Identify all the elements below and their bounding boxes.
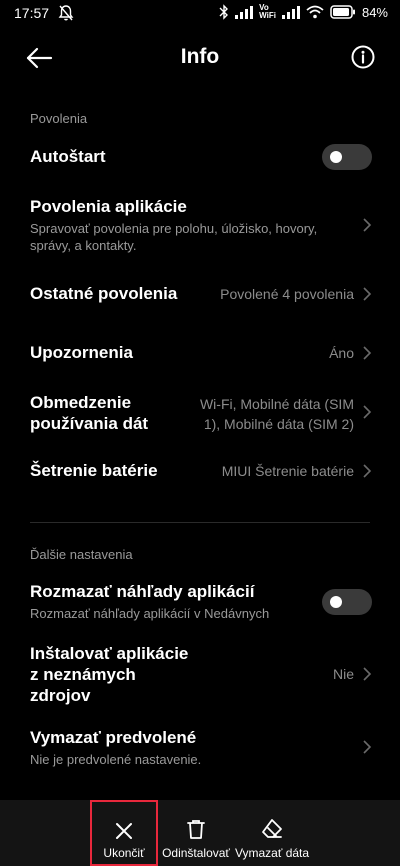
trash-icon bbox=[187, 820, 205, 839]
row-value: Wi-Fi, Mobilné dáta (SIM 1), Mobilné dáta… bbox=[199, 396, 354, 432]
signal-sim1-icon bbox=[235, 6, 254, 19]
battery-icon bbox=[330, 5, 355, 19]
row-title: Autoštart bbox=[30, 147, 106, 166]
row-data-usage[interactable]: Obmedzenie používania dát Wi-Fi, Mobilné … bbox=[30, 392, 372, 436]
row-blur-previews[interactable]: Rozmazať náhľady aplikácií Rozmazať náhľ… bbox=[30, 581, 372, 625]
row-value: Povolené 4 povolenia bbox=[220, 286, 354, 302]
action-label: Odinštalovať bbox=[162, 846, 230, 860]
autostart-toggle[interactable] bbox=[322, 144, 372, 170]
row-subtitle: Spravovať povolenia pre polohu, úložisko… bbox=[30, 221, 318, 253]
force-stop-button[interactable]: Ukončiť bbox=[90, 800, 158, 866]
row-clear-defaults[interactable]: Vymazať predvolené Nie je predvolené nas… bbox=[30, 727, 372, 771]
chevron-right-icon bbox=[363, 405, 372, 419]
chevron-right-icon bbox=[363, 346, 372, 360]
row-subtitle: Nie je predvolené nastavenie. bbox=[30, 752, 202, 767]
chevron-right-icon bbox=[363, 667, 372, 681]
volte-indicator: Vo WiFi bbox=[259, 3, 276, 20]
row-value: Áno bbox=[329, 345, 354, 361]
bell-muted-icon bbox=[58, 5, 74, 21]
row-title: Upozornenia bbox=[30, 343, 133, 362]
battery-percent: 84% bbox=[361, 4, 388, 20]
chevron-right-icon bbox=[363, 287, 372, 301]
status-bar: 17:57 Vo WiFi 84% bbox=[0, 0, 400, 28]
row-title: Inštalovať aplikácie z neznámych zdrojov bbox=[30, 644, 189, 705]
eraser-icon bbox=[262, 819, 282, 838]
row-subtitle: Rozmazať náhľady aplikácií v Nedávnych bbox=[30, 606, 270, 621]
row-other-permissions[interactable]: Ostatné povolenia Povolené 4 povolenia bbox=[30, 283, 372, 305]
info-icon[interactable] bbox=[350, 44, 376, 70]
section-divider bbox=[30, 522, 370, 523]
section-label-more-settings: Ďalšie nastavenia bbox=[30, 547, 133, 562]
section-label-permissions: Povolenia bbox=[30, 111, 88, 126]
wifi-icon bbox=[306, 5, 324, 19]
row-title: Vymazať predvolené bbox=[30, 728, 197, 747]
signal-sim2-icon bbox=[281, 6, 300, 19]
chevron-right-icon bbox=[363, 740, 372, 754]
row-value: MIUI Šetrenie batérie bbox=[221, 463, 354, 479]
chevron-right-icon bbox=[363, 464, 372, 478]
row-notifications[interactable]: Upozornenia Áno bbox=[30, 342, 372, 364]
row-title: Povolenia aplikácie bbox=[30, 197, 187, 216]
app-header: Info bbox=[0, 36, 400, 80]
row-unknown-sources[interactable]: Inštalovať aplikácie z neznámych zdrojov N… bbox=[30, 643, 372, 707]
page-title: Info bbox=[180, 45, 220, 68]
clear-data-button[interactable]: Vymazať dáta bbox=[234, 800, 310, 866]
row-title: Rozmazať náhľady aplikácií bbox=[30, 582, 255, 601]
close-icon bbox=[116, 823, 132, 839]
status-time: 17:57 bbox=[14, 5, 50, 21]
toggle-knob bbox=[330, 151, 342, 163]
row-app-permissions[interactable]: Povolenia aplikácie Spravovať povolenia … bbox=[30, 196, 372, 256]
blur-previews-toggle[interactable] bbox=[322, 589, 372, 615]
toggle-knob bbox=[330, 596, 342, 608]
chevron-right-icon bbox=[363, 218, 372, 232]
action-label: Ukončiť bbox=[103, 846, 145, 860]
bottom-action-bar: Ukončiť Odinštalovať Vymazať dáta bbox=[0, 800, 400, 866]
bluetooth-icon bbox=[219, 4, 229, 20]
row-value: Nie bbox=[332, 666, 354, 682]
uninstall-button[interactable]: Odinštalovať bbox=[162, 800, 230, 866]
row-autostart[interactable]: Autoštart bbox=[30, 144, 372, 170]
row-battery-saver[interactable]: Šetrenie batérie MIUI Šetrenie batérie bbox=[30, 460, 372, 482]
action-label: Vymazať dáta bbox=[234, 846, 310, 860]
